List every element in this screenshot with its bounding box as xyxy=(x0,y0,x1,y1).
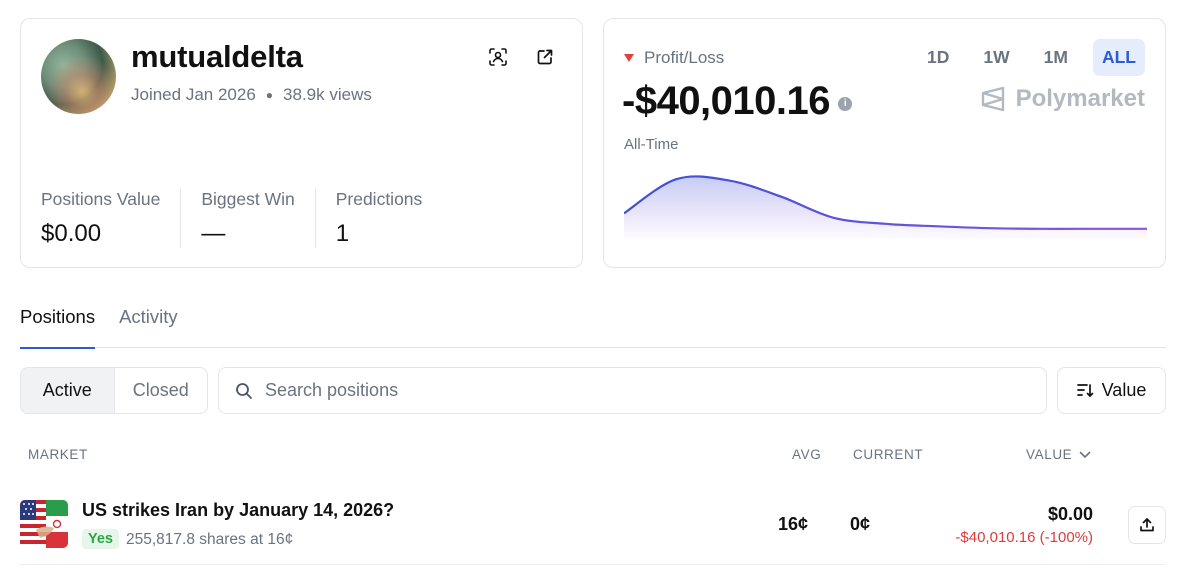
sort-label: Value xyxy=(1101,380,1147,400)
avg-price: 16¢ xyxy=(778,514,809,534)
profile-meta: Joined Jan 2026 ● 38.9k views xyxy=(131,85,372,105)
stat-label: Predictions xyxy=(335,189,423,209)
pnl-chart xyxy=(624,175,1147,239)
stat-biggest-win: Biggest Win — xyxy=(201,189,316,248)
view-count: 38.9k views xyxy=(283,85,372,104)
market-title[interactable]: US strikes Iran by January 14, 2026? xyxy=(82,500,394,521)
pnl-amount: -$40,010.16 xyxy=(622,79,831,123)
range-all[interactable]: ALL xyxy=(1092,39,1145,76)
pnl-label-text: Profit/Loss xyxy=(644,48,725,67)
filter-active-button[interactable]: Active xyxy=(21,368,115,413)
external-link-icon[interactable] xyxy=(533,45,557,69)
column-header-value-label: VALUE xyxy=(1026,447,1073,462)
shares-info: 255,817.8 shares at 16¢ xyxy=(126,531,294,548)
avatar[interactable] xyxy=(41,39,116,114)
stat-value: 1 xyxy=(335,220,350,247)
separator-dot: ● xyxy=(265,88,274,102)
chevron-down-icon xyxy=(1079,451,1091,458)
brand-name: Polymarket xyxy=(1015,85,1145,112)
info-icon[interactable]: i xyxy=(838,96,853,111)
upload-icon xyxy=(1140,518,1154,532)
value-amount: $0.00 xyxy=(1047,504,1093,524)
column-header-market: MARKET xyxy=(28,447,88,462)
value-change: -$40,010.16 (-100%) xyxy=(955,529,1093,546)
outcome-badge: Yes xyxy=(82,529,119,549)
profile-scan-icon[interactable] xyxy=(486,45,510,69)
range-1m[interactable]: 1M xyxy=(1035,39,1077,76)
profile-stats: Positions Value $0.00 Biggest Win — Pred… xyxy=(41,189,462,248)
profile-card: mutualdelta Joined Jan 2026 ● 38.9k view… xyxy=(20,18,583,268)
stat-value: $0.00 xyxy=(41,220,102,247)
range-1d[interactable]: 1D xyxy=(918,39,958,76)
polymarket-icon xyxy=(981,86,1004,112)
stat-label: Positions Value xyxy=(41,189,161,209)
down-triangle-icon xyxy=(624,54,634,62)
filter-closed-button[interactable]: Closed xyxy=(115,368,208,413)
pnl-value: -$40,010.16 i xyxy=(622,79,853,124)
share-position-button[interactable] xyxy=(1128,506,1166,544)
column-header-current: CURRENT xyxy=(853,447,924,462)
stat-predictions: Predictions 1 xyxy=(336,189,443,248)
status-filter: Active Closed xyxy=(20,367,208,414)
search-box xyxy=(218,367,1047,414)
stat-positions-value: Positions Value $0.00 xyxy=(41,189,182,248)
current-price: 0¢ xyxy=(850,514,871,534)
pnl-label: Profit/Loss xyxy=(624,48,724,68)
tab-activity[interactable]: Activity xyxy=(119,305,178,348)
joined-date: Joined Jan 2026 xyxy=(131,85,256,104)
sort-icon xyxy=(1076,384,1093,397)
pnl-card: Profit/Loss -$40,010.16 i All-Time 1D 1W… xyxy=(603,18,1166,268)
sort-button[interactable]: Value xyxy=(1057,367,1166,414)
tab-bar: Positions Activity xyxy=(20,305,1166,349)
table-row[interactable]: US strikes Iran by January 14, 2026? Yes… xyxy=(20,488,1166,565)
position-value: $0.00 -$40,010.16 (-100%) xyxy=(955,504,1093,546)
pnl-period: All-Time xyxy=(624,136,679,153)
search-icon xyxy=(236,382,252,399)
range-1w[interactable]: 1W xyxy=(974,39,1018,76)
column-header-value[interactable]: VALUE xyxy=(1026,447,1091,462)
market-thumbnail[interactable] xyxy=(20,500,68,548)
tab-positions[interactable]: Positions xyxy=(20,305,96,349)
column-header-avg: AVG xyxy=(792,447,822,462)
stat-value: — xyxy=(201,220,226,247)
username: mutualdelta xyxy=(131,39,303,74)
search-input[interactable] xyxy=(265,380,1005,401)
range-selector: 1D 1W 1M ALL xyxy=(902,39,1145,76)
brand-logo: Polymarket xyxy=(980,85,1145,113)
stat-label: Biggest Win xyxy=(201,189,295,209)
